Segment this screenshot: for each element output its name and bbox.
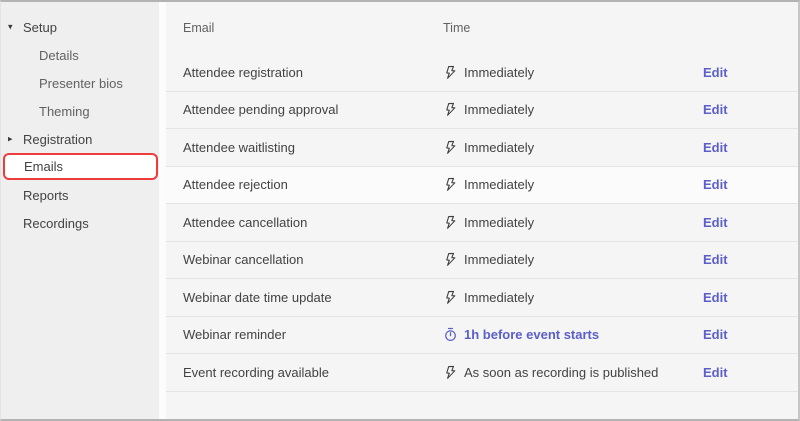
time-value: Immediately (464, 102, 535, 118)
email-name: Attendee pending approval (183, 102, 339, 118)
flash-icon (443, 252, 458, 267)
table-row: Webinar date time update Immediately Edi… (166, 279, 798, 317)
sidebar-item-recordings[interactable]: Recordings (1, 209, 159, 237)
edit-button[interactable]: Edit (703, 140, 728, 155)
flash-icon (443, 290, 458, 305)
table-header: Email Time (166, 2, 798, 54)
email-name: Webinar date time update (183, 289, 332, 305)
sidebar-item-label: Presenter bios (39, 75, 123, 91)
edit-button[interactable]: Edit (703, 365, 728, 380)
table-row: Attendee cancellation Immediately Edit (166, 204, 798, 242)
emails-panel: Email Time Attendee registration Immedia… (166, 2, 798, 419)
column-header-email: Email (183, 21, 215, 35)
sidebar-item-label: Recordings (23, 215, 89, 231)
sidebar-item-label: Reports (23, 187, 69, 203)
sidebar-item-theming[interactable]: Theming (1, 97, 159, 125)
webinar-settings-window: ▾ Setup Details Presenter bios Theming ▸… (0, 0, 800, 421)
table-row: Attendee rejection Immediately Edit (166, 166, 798, 204)
time-value: Immediately (464, 214, 535, 230)
sidebar-item-label: Theming (39, 103, 90, 119)
sidebar-nav: ▾ Setup Details Presenter bios Theming ▸… (1, 2, 159, 419)
caret-down-icon: ▾ (8, 21, 13, 32)
sidebar-item-setup[interactable]: ▾ Setup (1, 13, 159, 41)
time-value: Immediately (464, 177, 535, 193)
table-row: Attendee pending approval Immediately Ed… (166, 92, 798, 129)
time-value: 1h before event starts (464, 327, 600, 343)
time-cell: Immediately (443, 290, 703, 305)
time-value: Immediately (464, 139, 535, 155)
time-cell: Immediately (443, 102, 703, 117)
caret-right-icon: ▸ (8, 133, 13, 144)
email-name: Attendee registration (183, 64, 303, 80)
table-row: Event recording available As soon as rec… (166, 354, 798, 392)
flash-icon (443, 365, 458, 380)
table-row: Attendee registration Immediately Edit (166, 54, 798, 92)
sidebar-item-label: Emails (24, 159, 64, 174)
time-value: As soon as recording is published (464, 364, 659, 380)
edit-button[interactable]: Edit (703, 177, 728, 192)
time-value: Immediately (464, 289, 535, 305)
time-cell: Immediately (443, 177, 703, 192)
time-cell: Immediately (443, 252, 703, 267)
email-name: Attendee waitlisting (183, 139, 296, 155)
time-cell: Immediately (443, 140, 703, 155)
time-value: Immediately (464, 252, 535, 268)
email-name: Attendee rejection (183, 177, 288, 193)
email-name: Webinar cancellation (183, 252, 304, 268)
time-cell: Immediately (443, 65, 703, 80)
sidebar-item-label: Details (39, 47, 79, 63)
email-name: Event recording available (183, 364, 329, 380)
sidebar-item-presenter-bios[interactable]: Presenter bios (1, 69, 159, 97)
edit-button[interactable]: Edit (703, 215, 728, 230)
table-row: Webinar cancellation Immediately Edit (166, 242, 798, 279)
edit-button[interactable]: Edit (703, 102, 728, 117)
time-cell: As soon as recording is published (443, 365, 703, 380)
sidebar-item-registration[interactable]: ▸ Registration (1, 125, 159, 153)
time-value: Immediately (464, 64, 535, 80)
flash-icon (443, 65, 458, 80)
sidebar-item-emails[interactable]: Emails (3, 153, 158, 180)
flash-icon (443, 102, 458, 117)
table-row: Attendee waitlisting Immediately Edit (166, 129, 798, 167)
time-cell: Immediately (443, 215, 703, 230)
flash-icon (443, 177, 458, 192)
timer-icon (443, 327, 458, 342)
email-table-body: Attendee registration Immediately Edit A… (166, 54, 798, 392)
sidebar-item-details[interactable]: Details (1, 41, 159, 69)
email-name: Attendee cancellation (183, 214, 308, 230)
email-name: Webinar reminder (183, 327, 287, 343)
edit-button[interactable]: Edit (703, 290, 728, 305)
flash-icon (443, 215, 458, 230)
panel-divider (159, 2, 166, 419)
column-header-time: Time (443, 21, 471, 35)
edit-button[interactable]: Edit (703, 65, 728, 80)
sidebar-item-label: Registration (23, 131, 93, 147)
time-cell: 1h before event starts (443, 327, 703, 342)
table-row: Webinar reminder 1h before event starts … (166, 317, 798, 354)
sidebar-item-label: Setup (23, 19, 57, 35)
flash-icon (443, 140, 458, 155)
edit-button[interactable]: Edit (703, 252, 728, 267)
sidebar-item-reports[interactable]: Reports (1, 181, 159, 209)
edit-button[interactable]: Edit (703, 327, 728, 342)
